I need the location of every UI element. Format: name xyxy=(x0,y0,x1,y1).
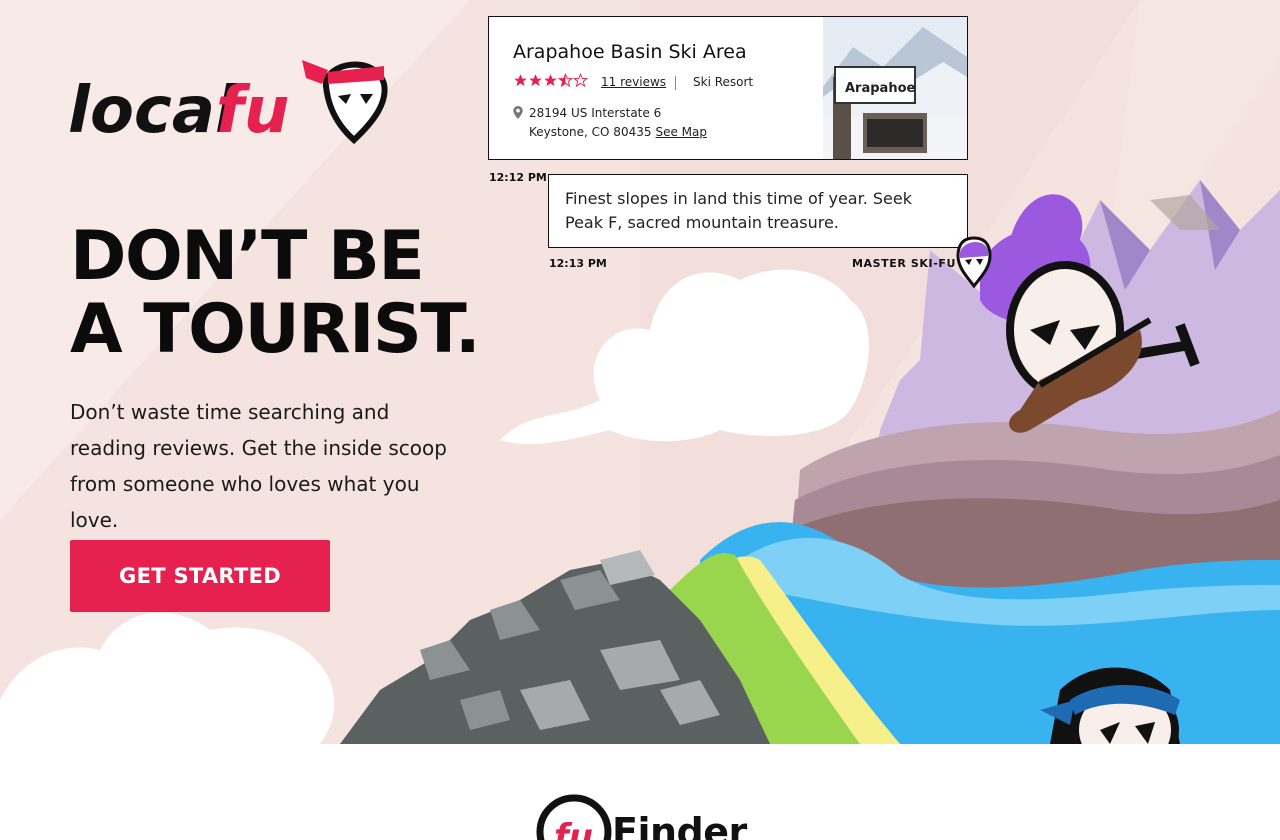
svg-text:fu: fu xyxy=(216,74,289,148)
localfu-logo[interactable]: local fu xyxy=(66,44,396,158)
card-timestamp: 12:12 PM xyxy=(489,171,547,184)
reviews-link[interactable]: 11 reviews xyxy=(601,75,666,89)
hero-headline: DON’T BE A TOURIST. xyxy=(70,217,481,369)
message-timestamp: 12:13 PM xyxy=(549,257,607,270)
star-icon xyxy=(544,74,557,87)
place-card[interactable]: Arapahoe Basin Ski Area 11 reviews Ski R… xyxy=(488,16,968,160)
place-address: 28194 US Interstate 6 Keystone, CO 80435… xyxy=(529,106,708,139)
sender-avatar-icon xyxy=(956,236,992,288)
place-category: Ski Resort xyxy=(693,75,754,89)
message-sender: MASTER SKI-FU xyxy=(852,257,957,270)
star-rating xyxy=(513,73,588,88)
hero-subtext: Don’t waste time searching and reading r… xyxy=(70,400,447,532)
place-name: Arapahoe Basin Ski Area xyxy=(513,41,747,63)
star-half-icon xyxy=(558,73,573,88)
star-icon xyxy=(529,74,542,87)
divider xyxy=(675,76,676,90)
map-pin-icon xyxy=(513,106,523,119)
see-map-link[interactable]: See Map xyxy=(655,125,707,139)
svg-text:local: local xyxy=(68,74,238,148)
fu-finder-logo-icon: fu xyxy=(536,794,612,840)
place-photo: Arapahoe xyxy=(823,17,967,159)
get-started-button[interactable]: GET STARTED xyxy=(70,540,330,612)
fu-finder-title: Finder xyxy=(612,810,747,840)
star-icon xyxy=(514,74,527,87)
fu-finder-heading: fu Finder xyxy=(536,792,776,840)
hero-section: local fu DON’T BE A TOURIST. Don’t waste… xyxy=(0,0,1280,744)
svg-text:Arapahoe: Arapahoe xyxy=(845,81,916,96)
star-empty-icon xyxy=(573,73,588,88)
svg-text:fu: fu xyxy=(554,817,593,840)
chat-message: Finest slopes in land this time of year.… xyxy=(548,174,968,248)
